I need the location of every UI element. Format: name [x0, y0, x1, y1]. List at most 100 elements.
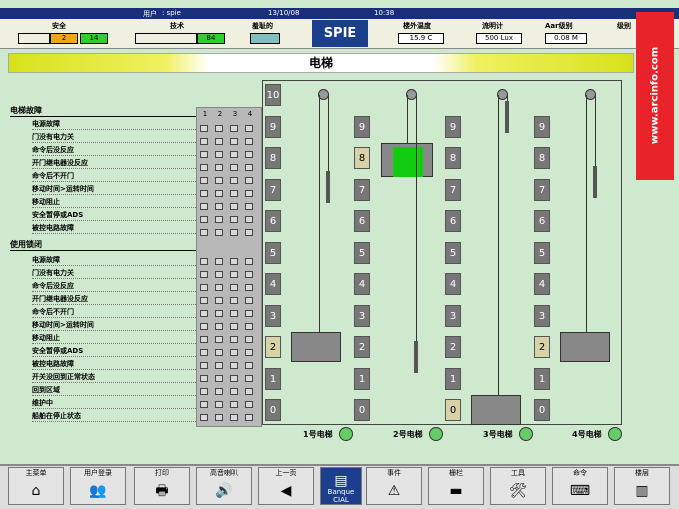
- grid-checkbox[interactable]: [200, 151, 208, 158]
- grid-checkbox[interactable]: [230, 284, 238, 291]
- grid-checkbox[interactable]: [215, 125, 223, 132]
- grid-checkbox[interactable]: [245, 258, 253, 265]
- grid-checkbox[interactable]: [230, 388, 238, 395]
- grid-checkbox[interactable]: [200, 323, 208, 330]
- elevator-direction-icon[interactable]: [429, 427, 443, 441]
- grid-checkbox[interactable]: [200, 177, 208, 184]
- grid-checkbox[interactable]: [245, 388, 253, 395]
- floor-button[interactable]: 楼层 ▥: [614, 467, 670, 505]
- grid-checkbox[interactable]: [215, 323, 223, 330]
- grid-checkbox[interactable]: [230, 310, 238, 317]
- grid-checkbox[interactable]: [200, 164, 208, 171]
- speaker-button[interactable]: 高音喇叭 🔊: [196, 467, 252, 505]
- grid-checkbox[interactable]: [200, 229, 208, 236]
- grid-checkbox[interactable]: [230, 336, 238, 343]
- grid-checkbox[interactable]: [215, 229, 223, 236]
- barrier-button[interactable]: 栅栏 ▬: [428, 467, 484, 505]
- print-button[interactable]: 打印 🖶: [134, 467, 190, 505]
- elevator-direction-icon[interactable]: [339, 427, 353, 441]
- grid-checkbox[interactable]: [200, 297, 208, 304]
- grid-checkbox[interactable]: [230, 401, 238, 408]
- grid-checkbox[interactable]: [230, 216, 238, 223]
- grid-checkbox[interactable]: [200, 375, 208, 382]
- grid-checkbox[interactable]: [215, 190, 223, 197]
- grid-checkbox[interactable]: [230, 229, 238, 236]
- grid-checkbox[interactable]: [245, 203, 253, 210]
- grid-checkbox[interactable]: [230, 151, 238, 158]
- grid-checkbox[interactable]: [245, 138, 253, 145]
- grid-checkbox[interactable]: [230, 297, 238, 304]
- grid-checkbox[interactable]: [230, 177, 238, 184]
- grid-checkbox[interactable]: [215, 310, 223, 317]
- grid-checkbox[interactable]: [215, 388, 223, 395]
- tools-button[interactable]: 工具 🛠: [490, 467, 546, 505]
- grid-checkbox[interactable]: [215, 297, 223, 304]
- grid-checkbox[interactable]: [245, 190, 253, 197]
- grid-checkbox[interactable]: [200, 401, 208, 408]
- grid-checkbox[interactable]: [230, 375, 238, 382]
- grid-checkbox[interactable]: [245, 216, 253, 223]
- grid-checkbox[interactable]: [215, 164, 223, 171]
- grid-checkbox[interactable]: [200, 138, 208, 145]
- grid-checkbox[interactable]: [215, 336, 223, 343]
- grid-checkbox[interactable]: [230, 349, 238, 356]
- grid-checkbox[interactable]: [215, 151, 223, 158]
- grid-checkbox[interactable]: [230, 164, 238, 171]
- grid-checkbox[interactable]: [230, 362, 238, 369]
- grid-checkbox[interactable]: [200, 190, 208, 197]
- grid-checkbox[interactable]: [200, 203, 208, 210]
- grid-checkbox[interactable]: [215, 401, 223, 408]
- grid-checkbox[interactable]: [245, 297, 253, 304]
- grid-checkbox[interactable]: [200, 284, 208, 291]
- grid-checkbox[interactable]: [200, 271, 208, 278]
- grid-checkbox[interactable]: [215, 203, 223, 210]
- grid-checkbox[interactable]: [200, 388, 208, 395]
- grid-checkbox[interactable]: [230, 271, 238, 278]
- command-button[interactable]: 命令 ⌨: [552, 467, 608, 505]
- grid-checkbox[interactable]: [200, 125, 208, 132]
- grid-checkbox[interactable]: [215, 138, 223, 145]
- grid-checkbox[interactable]: [230, 138, 238, 145]
- grid-checkbox[interactable]: [245, 151, 253, 158]
- grid-checkbox[interactable]: [245, 362, 253, 369]
- grid-checkbox[interactable]: [245, 229, 253, 236]
- grid-checkbox[interactable]: [245, 349, 253, 356]
- prev-page-button[interactable]: 上一页 ◀: [258, 467, 314, 505]
- grid-checkbox[interactable]: [245, 310, 253, 317]
- grid-checkbox[interactable]: [245, 125, 253, 132]
- grid-checkbox[interactable]: [215, 258, 223, 265]
- grid-checkbox[interactable]: [245, 401, 253, 408]
- main-menu-button[interactable]: 主菜单 ⌂: [8, 467, 64, 505]
- grid-checkbox[interactable]: [215, 216, 223, 223]
- grid-checkbox[interactable]: [245, 284, 253, 291]
- grid-checkbox[interactable]: [200, 414, 208, 421]
- grid-checkbox[interactable]: [245, 323, 253, 330]
- login-button[interactable]: 用户登录 👥: [70, 467, 126, 505]
- grid-checkbox[interactable]: [200, 216, 208, 223]
- event-button[interactable]: 事件 ⚠: [366, 467, 422, 505]
- grid-checkbox[interactable]: [245, 177, 253, 184]
- grid-checkbox[interactable]: [215, 349, 223, 356]
- grid-checkbox[interactable]: [245, 271, 253, 278]
- grid-checkbox[interactable]: [230, 258, 238, 265]
- grid-checkbox[interactable]: [245, 375, 253, 382]
- elevator-direction-icon[interactable]: [608, 427, 622, 441]
- grid-checkbox[interactable]: [215, 271, 223, 278]
- grid-checkbox[interactable]: [200, 310, 208, 317]
- grid-checkbox[interactable]: [215, 362, 223, 369]
- grid-checkbox[interactable]: [215, 414, 223, 421]
- grid-checkbox[interactable]: [245, 164, 253, 171]
- grid-checkbox[interactable]: [200, 349, 208, 356]
- grid-checkbox[interactable]: [230, 125, 238, 132]
- grid-checkbox[interactable]: [215, 375, 223, 382]
- elevator-direction-icon[interactable]: [519, 427, 533, 441]
- grid-checkbox[interactable]: [215, 177, 223, 184]
- grid-checkbox[interactable]: [245, 414, 253, 421]
- grid-checkbox[interactable]: [230, 203, 238, 210]
- grid-checkbox[interactable]: [200, 258, 208, 265]
- grid-checkbox[interactable]: [230, 414, 238, 421]
- grid-checkbox[interactable]: [245, 336, 253, 343]
- grid-checkbox[interactable]: [215, 284, 223, 291]
- grid-checkbox[interactable]: [200, 336, 208, 343]
- grid-checkbox[interactable]: [200, 362, 208, 369]
